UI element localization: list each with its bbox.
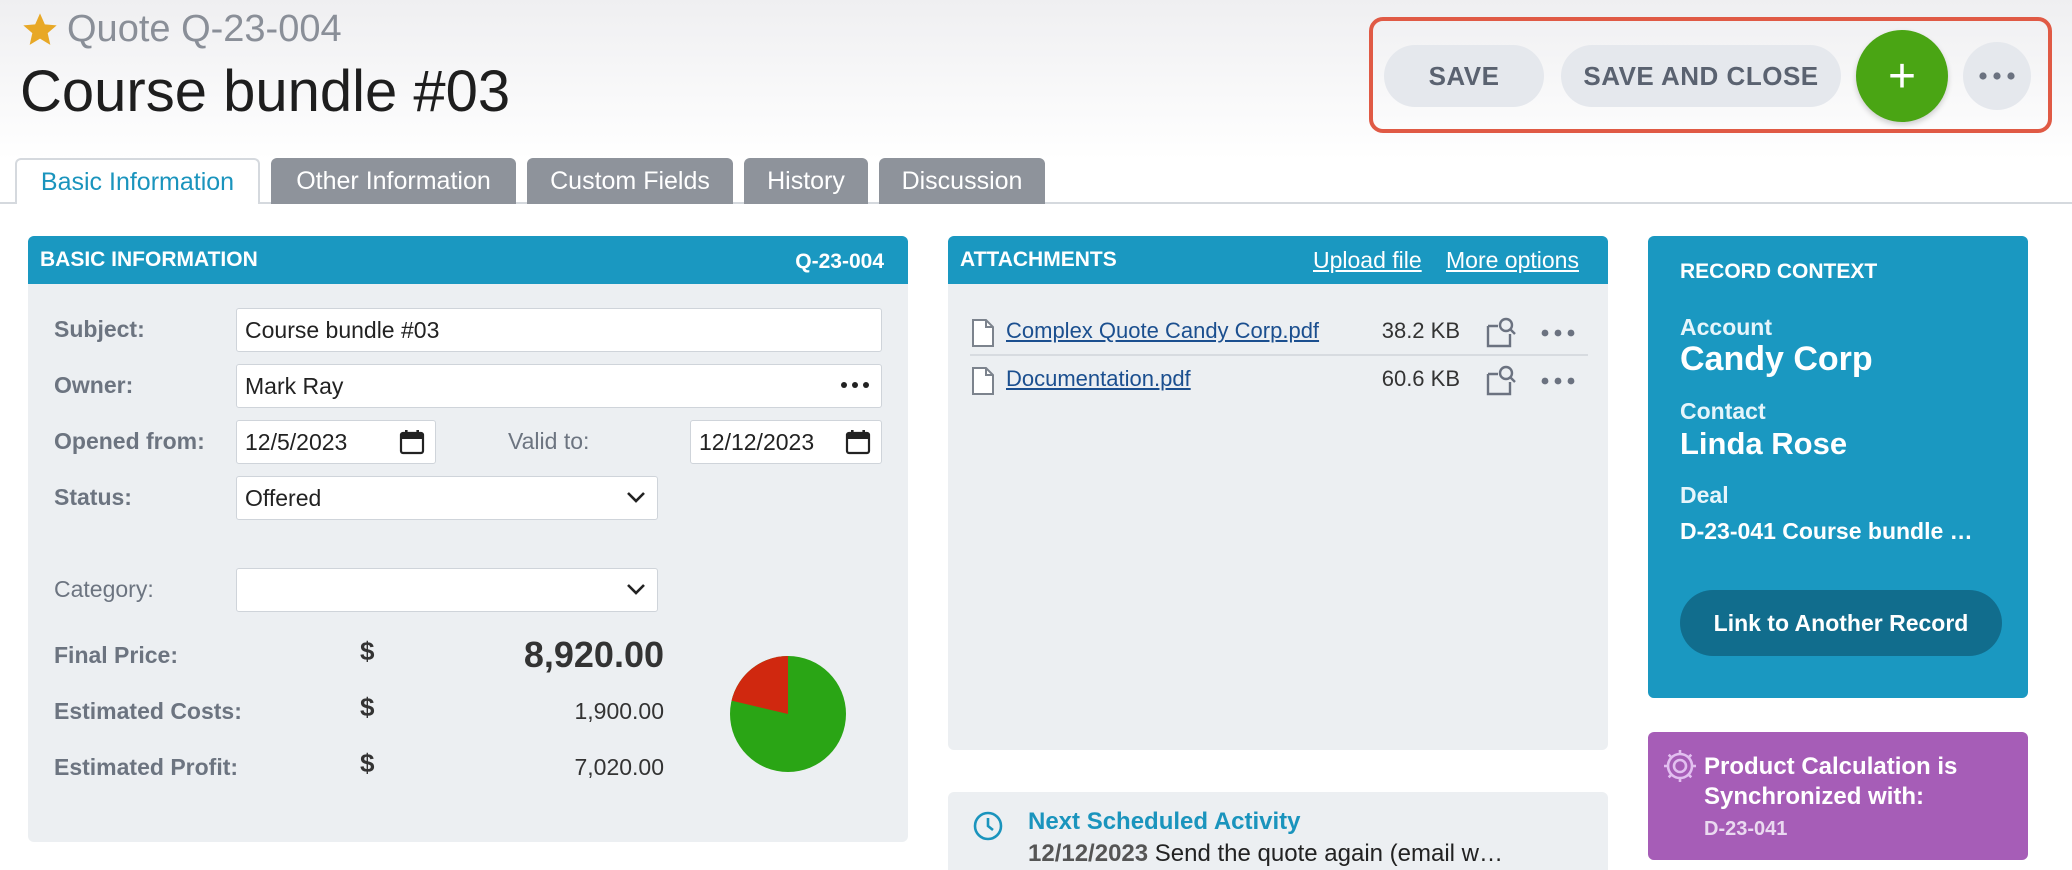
owner-field[interactable]: Mark Ray	[236, 364, 882, 408]
tab-history[interactable]: History	[744, 158, 868, 204]
attachment-row: Documentation.pdf 60.6 KB	[970, 358, 1588, 404]
attachment-file-size: 38.2 KB	[1381, 318, 1460, 343]
calendar-icon[interactable]	[399, 429, 425, 455]
attachments-heading: ATTACHMENTS	[960, 248, 1117, 271]
add-button[interactable]: +	[1856, 30, 1948, 122]
file-icon	[972, 319, 994, 347]
preview-icon[interactable]	[1484, 364, 1518, 398]
next-activity-date: 12/12/2023	[1028, 840, 1149, 867]
account-link[interactable]: Candy Corp	[1680, 340, 1873, 379]
final-price-value: 8,920.00	[523, 634, 664, 675]
quote-code: Q-23-004	[795, 250, 884, 273]
next-activity-line[interactable]: 12/12/2023 Send the quote again (email w…	[1028, 840, 1503, 868]
final-price-label: Final Price:	[54, 642, 178, 668]
tab-discussion[interactable]: Discussion	[879, 158, 1045, 204]
sync-deal-link[interactable]: D-23-041	[1704, 818, 1787, 841]
basic-information-heading: BASIC INFORMATION	[40, 248, 258, 271]
owner-lookup-icon[interactable]	[839, 373, 871, 397]
subject-field[interactable]: Course bundle #03	[236, 308, 882, 352]
calendar-icon[interactable]	[845, 429, 871, 455]
opened-from-date-input[interactable]: 12/5/2023	[236, 420, 436, 464]
estimated-profit-currency: $	[360, 748, 375, 778]
clock-icon	[973, 811, 1003, 841]
more-actions-button[interactable]	[1963, 42, 2031, 110]
status-value: Offered	[245, 484, 322, 511]
deal-label: Deal	[1680, 482, 1729, 508]
next-activity-panel: Next Scheduled Activity 12/12/2023 Send …	[948, 792, 1608, 870]
estimated-profit-label: Estimated Profit:	[54, 754, 239, 780]
status-label: Status:	[54, 484, 132, 510]
record-type-label: Quote Q-23-004	[67, 8, 342, 50]
upload-file-link[interactable]: Upload file	[1313, 247, 1422, 274]
tab-other-information[interactable]: Other Information	[271, 158, 516, 204]
attachment-more-icon[interactable]	[1540, 364, 1576, 398]
final-price-currency: $	[360, 636, 375, 666]
star-icon[interactable]	[20, 10, 60, 50]
estimated-costs-currency: $	[360, 692, 375, 722]
category-select[interactable]	[236, 568, 658, 612]
save-and-close-button[interactable]: SAVE AND CLOSE	[1561, 45, 1841, 107]
basic-information-header: BASIC INFORMATION	[28, 236, 908, 284]
contact-link[interactable]: Linda Rose	[1680, 426, 1847, 462]
estimated-profit-value: 7,020.00	[574, 754, 664, 780]
subject-value: Course bundle #03	[245, 316, 440, 343]
more-options-link[interactable]: More options	[1446, 247, 1579, 274]
tab-custom-fields[interactable]: Custom Fields	[527, 158, 733, 204]
sync-title: Product Calculation is Synchronized with…	[1704, 753, 1958, 810]
owner-value: Mark Ray	[245, 372, 344, 399]
tab-basic-information[interactable]: Basic Information	[15, 158, 260, 204]
attachment-more-icon[interactable]	[1540, 316, 1576, 350]
basic-information-panel: BASIC INFORMATION Q-23-004 Subject: Cour…	[28, 236, 908, 842]
subject-label: Subject:	[54, 316, 145, 342]
link-to-another-record-button[interactable]: Link to Another Record	[1680, 590, 2002, 656]
next-activity-text: Send the quote again (email w…	[1154, 840, 1504, 867]
opened-from-label: Opened from:	[54, 428, 205, 454]
account-label: Account	[1680, 314, 1772, 340]
attachment-divider	[970, 354, 1588, 356]
owner-label: Owner:	[54, 372, 134, 398]
quote-record-page: Quote Q-23-004 Course bundle #03 SAVE SA…	[0, 0, 2072, 870]
file-icon	[972, 367, 994, 395]
record-context-panel: RECORD CONTEXT Account Candy Corp Contac…	[1648, 236, 2028, 698]
estimated-costs-value: 1,900.00	[574, 698, 664, 724]
category-label: Category:	[54, 576, 154, 602]
attachment-file-link[interactable]: Complex Quote Candy Corp.pdf	[1006, 318, 1319, 344]
deal-link[interactable]: D-23-041 Course bundle …	[1680, 518, 1973, 545]
attachment-file-link[interactable]: Documentation.pdf	[1006, 366, 1191, 392]
chevron-down-icon	[627, 492, 645, 503]
cost-profit-pie-chart	[730, 656, 846, 772]
preview-icon[interactable]	[1484, 316, 1518, 350]
valid-to-date-input[interactable]: 12/12/2023	[690, 420, 882, 464]
next-activity-title[interactable]: Next Scheduled Activity	[1028, 808, 1301, 836]
product-sync-panel: Product Calculation is Synchronized with…	[1648, 732, 2028, 860]
page-title: Course bundle #03	[20, 59, 511, 124]
attachments-panel: ATTACHMENTS Upload file More options Com…	[948, 236, 1608, 750]
save-button[interactable]: SAVE	[1384, 45, 1544, 107]
status-select[interactable]: Offered	[236, 476, 658, 520]
valid-to-label: Valid to:	[508, 428, 590, 454]
estimated-costs-label: Estimated Costs:	[54, 698, 242, 724]
chevron-down-icon	[627, 584, 645, 595]
ellipsis-icon	[1979, 72, 2015, 80]
attachment-row: Complex Quote Candy Corp.pdf 38.2 KB	[970, 310, 1588, 356]
gear-icon	[1664, 750, 1696, 782]
record-context-heading: RECORD CONTEXT	[1680, 260, 1878, 283]
contact-label: Contact	[1680, 398, 1766, 424]
opened-from-value: 12/5/2023	[245, 428, 348, 455]
valid-to-value: 12/12/2023	[699, 428, 815, 455]
attachment-file-size: 60.6 KB	[1381, 366, 1460, 391]
plus-icon: +	[1887, 49, 1917, 103]
